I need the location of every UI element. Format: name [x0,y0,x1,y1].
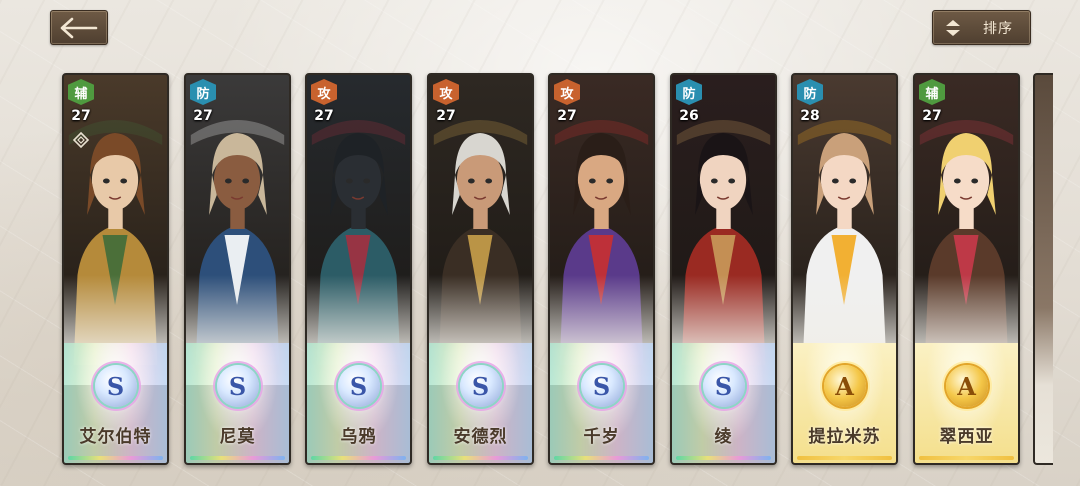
character-name: 提拉米苏 [808,427,881,447]
character-card[interactable]: 防 28 A 提拉米苏 [791,73,898,465]
rank-emblem: S [94,365,137,407]
rank-bar [676,456,771,460]
level-label: 27 [314,108,334,124]
rank-bar [797,456,892,460]
level-label: 26 [679,108,699,124]
rank-bar [190,456,285,460]
rank-bar [311,456,406,460]
lock-diamond-icon [72,131,90,149]
rank-bar [433,456,528,460]
character-card[interactable]: 防 27 S 尼莫 [184,73,291,465]
character-card[interactable]: 防 26 S 绫 [670,73,777,465]
rank-emblem: S [337,365,380,407]
rank-emblem: S [702,365,745,407]
level-label: 27 [71,108,91,124]
rank-bar [68,456,163,460]
character-card-list: 辅 27 S 艾尔伯特 防 27 S 尼莫 攻 27 S 乌鸦 攻 27 S 安… [0,0,1080,486]
rank-bar [919,456,1014,460]
rank-emblem: A [823,365,866,407]
rank-bar [554,456,649,460]
rank-emblem: S [459,365,502,407]
rank-emblem: S [580,365,623,407]
level-label: 27 [557,108,577,124]
level-label: 27 [436,108,456,124]
character-name: 安德烈 [453,427,508,447]
character-card[interactable]: 攻 27 S 乌鸦 [305,73,412,465]
level-label: 28 [800,108,820,124]
character-card[interactable]: 攻 27 S 千岁 [548,73,655,465]
level-label: 27 [922,108,942,124]
character-name: 乌鸦 [340,427,377,447]
character-name: 绫 [714,427,733,447]
rank-emblem: A [945,365,988,407]
rank-emblem: S [216,365,259,407]
character-name: 翠西亚 [939,427,994,447]
character-name: 尼莫 [219,427,256,447]
level-label: 27 [193,108,213,124]
character-card[interactable]: 辅 27 A 翠西亚 [913,73,1020,465]
character-name: 千岁 [583,427,620,447]
character-card[interactable]: 攻 27 S 安德烈 [427,73,534,465]
character-card-partial[interactable] [1033,73,1053,465]
character-card[interactable]: 辅 27 S 艾尔伯特 [62,73,169,465]
character-name: 艾尔伯特 [79,427,152,447]
